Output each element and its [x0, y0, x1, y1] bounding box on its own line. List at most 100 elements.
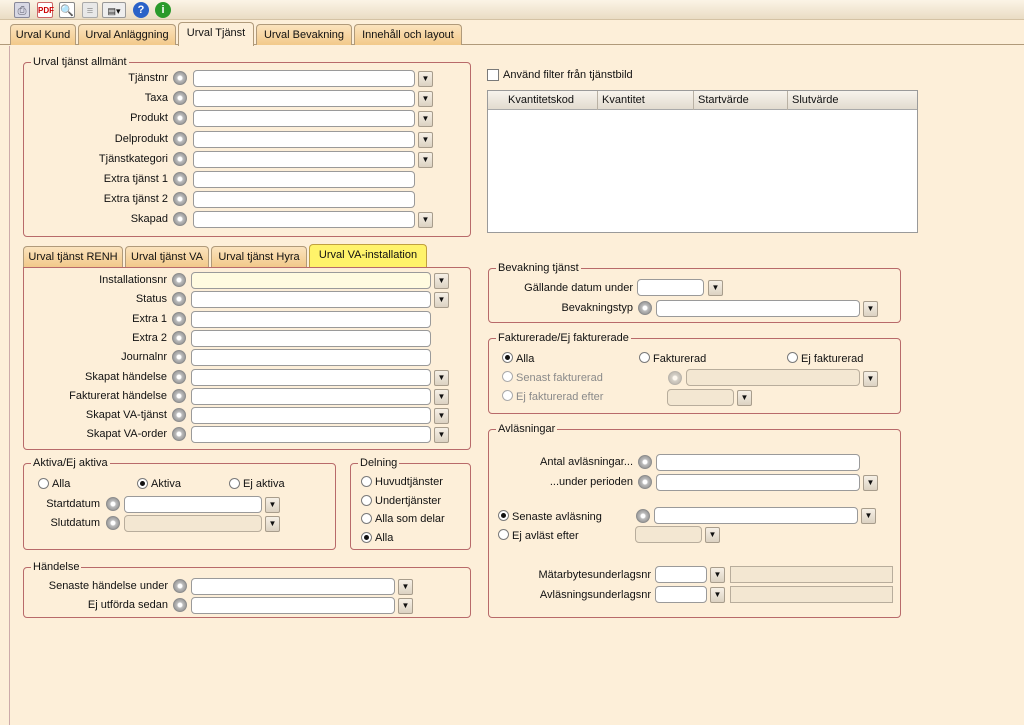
subtab-va[interactable]: Urval tjänst VA: [125, 246, 209, 267]
skapat-va-tjanst-dropdown[interactable]: ▼: [434, 408, 449, 425]
bevakningstyp-input[interactable]: [656, 300, 860, 317]
installationsnr-gear-icon[interactable]: [172, 273, 186, 287]
subtab-va-installation[interactable]: Urval VA-installation: [309, 244, 427, 268]
taxa-dropdown[interactable]: ▼: [418, 91, 433, 108]
senast-fakturerad-dropdown[interactable]: ▼: [863, 371, 878, 387]
slutdatum-input[interactable]: [124, 515, 262, 532]
under-perioden-gear-icon[interactable]: [638, 475, 652, 489]
antal-avlasningar-gear-icon[interactable]: [638, 455, 652, 469]
export-dropdown-icon[interactable]: ▤▾: [102, 2, 126, 18]
tab-urval-anlaggning[interactable]: Urval Anläggning: [78, 24, 176, 45]
pdf-icon[interactable]: PDF: [37, 2, 54, 18]
help-icon[interactable]: ?: [133, 2, 149, 18]
senaste-avlasning-gear-icon[interactable]: [636, 509, 650, 523]
slutdatum-dropdown[interactable]: ▼: [265, 516, 280, 532]
delning-radio-huvudtjanster[interactable]: [361, 476, 372, 487]
startdatum-dropdown[interactable]: ▼: [265, 497, 280, 513]
quantity-grid[interactable]: Kvantitetskod Kvantitet Startvärde Slutv…: [487, 90, 918, 233]
extra-tjanst-1-gear-icon[interactable]: [173, 172, 187, 186]
skapat-va-tjanst-gear-icon[interactable]: [172, 408, 186, 423]
skapat-handelse-input[interactable]: [191, 368, 431, 386]
taxa-input[interactable]: [193, 90, 415, 108]
senaste-handelse-input[interactable]: [191, 578, 395, 595]
skapat-va-order-input[interactable]: [191, 426, 431, 444]
senaste-handelse-dropdown[interactable]: ▼: [398, 579, 413, 595]
journalnr-input[interactable]: [191, 349, 431, 367]
subtab-hyra[interactable]: Urval tjänst Hyra: [211, 246, 307, 267]
skapat-handelse-gear-icon[interactable]: [172, 369, 186, 384]
senaste-avlasning-dropdown[interactable]: ▼: [861, 508, 876, 524]
fakturerat-handelse-input[interactable]: [191, 387, 431, 405]
grid-col-startvarde[interactable]: Startvärde: [694, 91, 788, 110]
skapad-dropdown[interactable]: ▼: [418, 212, 433, 229]
extra-1-gear-icon[interactable]: [172, 311, 186, 326]
installationsnr-input[interactable]: [191, 272, 431, 289]
delprodukt-input[interactable]: [193, 130, 415, 148]
tab-urval-kund[interactable]: Urval Kund: [10, 24, 76, 45]
delprodukt-gear-icon[interactable]: [173, 131, 187, 146]
ej-utforda-dropdown[interactable]: ▼: [398, 598, 413, 614]
startdatum-input[interactable]: [124, 496, 262, 513]
active-radio-alla[interactable]: [38, 478, 49, 489]
subtab-renh[interactable]: Urval tjänst RENH: [23, 246, 123, 267]
tjanstkategori-dropdown[interactable]: ▼: [418, 151, 433, 168]
senast-fakturerad-input[interactable]: [686, 369, 860, 386]
status-input[interactable]: [191, 291, 431, 309]
fakt-radio-alla[interactable]: [502, 352, 513, 363]
grid-col-kvantitet[interactable]: Kvantitet: [598, 91, 694, 110]
skapat-handelse-dropdown[interactable]: ▼: [434, 369, 449, 386]
avl-radio-ej-avlast[interactable]: [498, 529, 509, 540]
fakturerat-handelse-dropdown[interactable]: ▼: [434, 388, 449, 405]
ej-fakturerad-efter-dropdown[interactable]: ▼: [737, 390, 752, 406]
tjanstkategori-gear-icon[interactable]: [173, 151, 187, 166]
fakt-radio-ej-fakturerad[interactable]: [787, 352, 798, 363]
print-preview-icon[interactable]: 🔍: [59, 2, 75, 18]
ej-utforda-input[interactable]: [191, 597, 395, 614]
bevakningstyp-gear-icon[interactable]: [638, 301, 652, 315]
tjanstnr-input[interactable]: [193, 70, 415, 87]
tjanstkategori-input[interactable]: [193, 150, 415, 168]
extra-tjanst-2-input[interactable]: [193, 191, 415, 209]
produkt-input[interactable]: [193, 110, 415, 128]
antal-avlasningar-input[interactable]: [656, 454, 860, 471]
fakt-radio-ej-efter[interactable]: [502, 390, 513, 401]
ej-avlast-efter-input[interactable]: [635, 526, 702, 543]
slutdatum-gear-icon[interactable]: [106, 516, 120, 530]
skapat-va-order-dropdown[interactable]: ▼: [434, 427, 449, 444]
extra-1-input[interactable]: [191, 310, 431, 328]
fakt-radio-senast[interactable]: [502, 371, 513, 382]
tjanstnr-dropdown[interactable]: ▼: [418, 71, 433, 87]
bevakningstyp-dropdown[interactable]: ▼: [863, 301, 878, 317]
under-perioden-input[interactable]: [656, 474, 860, 491]
ej-fakturerad-efter-input[interactable]: [667, 389, 734, 406]
document-icon[interactable]: ≡: [82, 2, 98, 18]
under-perioden-dropdown[interactable]: ▼: [863, 475, 878, 491]
skapad-input[interactable]: [193, 211, 415, 229]
fakturerat-handelse-gear-icon[interactable]: [172, 388, 186, 403]
startdatum-gear-icon[interactable]: [106, 497, 120, 511]
tab-urval-bevakning[interactable]: Urval Bevakning: [256, 24, 352, 45]
status-dropdown[interactable]: ▼: [434, 292, 449, 309]
avl-radio-senaste[interactable]: [498, 510, 509, 521]
ej-avlast-efter-dropdown[interactable]: ▼: [705, 527, 720, 543]
matarbyte-dropdown[interactable]: ▼: [710, 567, 725, 583]
produkt-dropdown[interactable]: ▼: [418, 111, 433, 128]
avlasningsunderlag-dropdown[interactable]: ▼: [710, 587, 725, 603]
info-icon[interactable]: i: [155, 2, 171, 18]
tab-urval-tjanst[interactable]: Urval Tjänst: [178, 22, 254, 46]
tab-innehall-och-layout[interactable]: Innehåll och layout: [354, 24, 462, 45]
grid-col-slutvarde[interactable]: Slutvärde: [788, 91, 917, 110]
senast-fakturerad-gear-icon[interactable]: [668, 371, 682, 385]
extra-2-gear-icon[interactable]: [172, 330, 186, 345]
tjanstnr-gear-icon[interactable]: [173, 71, 187, 85]
senaste-handelse-gear-icon[interactable]: [173, 579, 187, 593]
installationsnr-dropdown[interactable]: ▼: [434, 273, 449, 289]
delprodukt-dropdown[interactable]: ▼: [418, 131, 433, 148]
delning-radio-undertjanster[interactable]: [361, 494, 372, 506]
active-radio-ej-aktiva[interactable]: [229, 478, 240, 489]
gallande-datum-dropdown[interactable]: ▼: [708, 280, 723, 296]
gallande-datum-input[interactable]: [637, 279, 704, 296]
extra-2-input[interactable]: [191, 329, 431, 347]
avlasningsunderlag-input[interactable]: [655, 586, 707, 603]
use-filter-checkbox[interactable]: [487, 69, 499, 81]
